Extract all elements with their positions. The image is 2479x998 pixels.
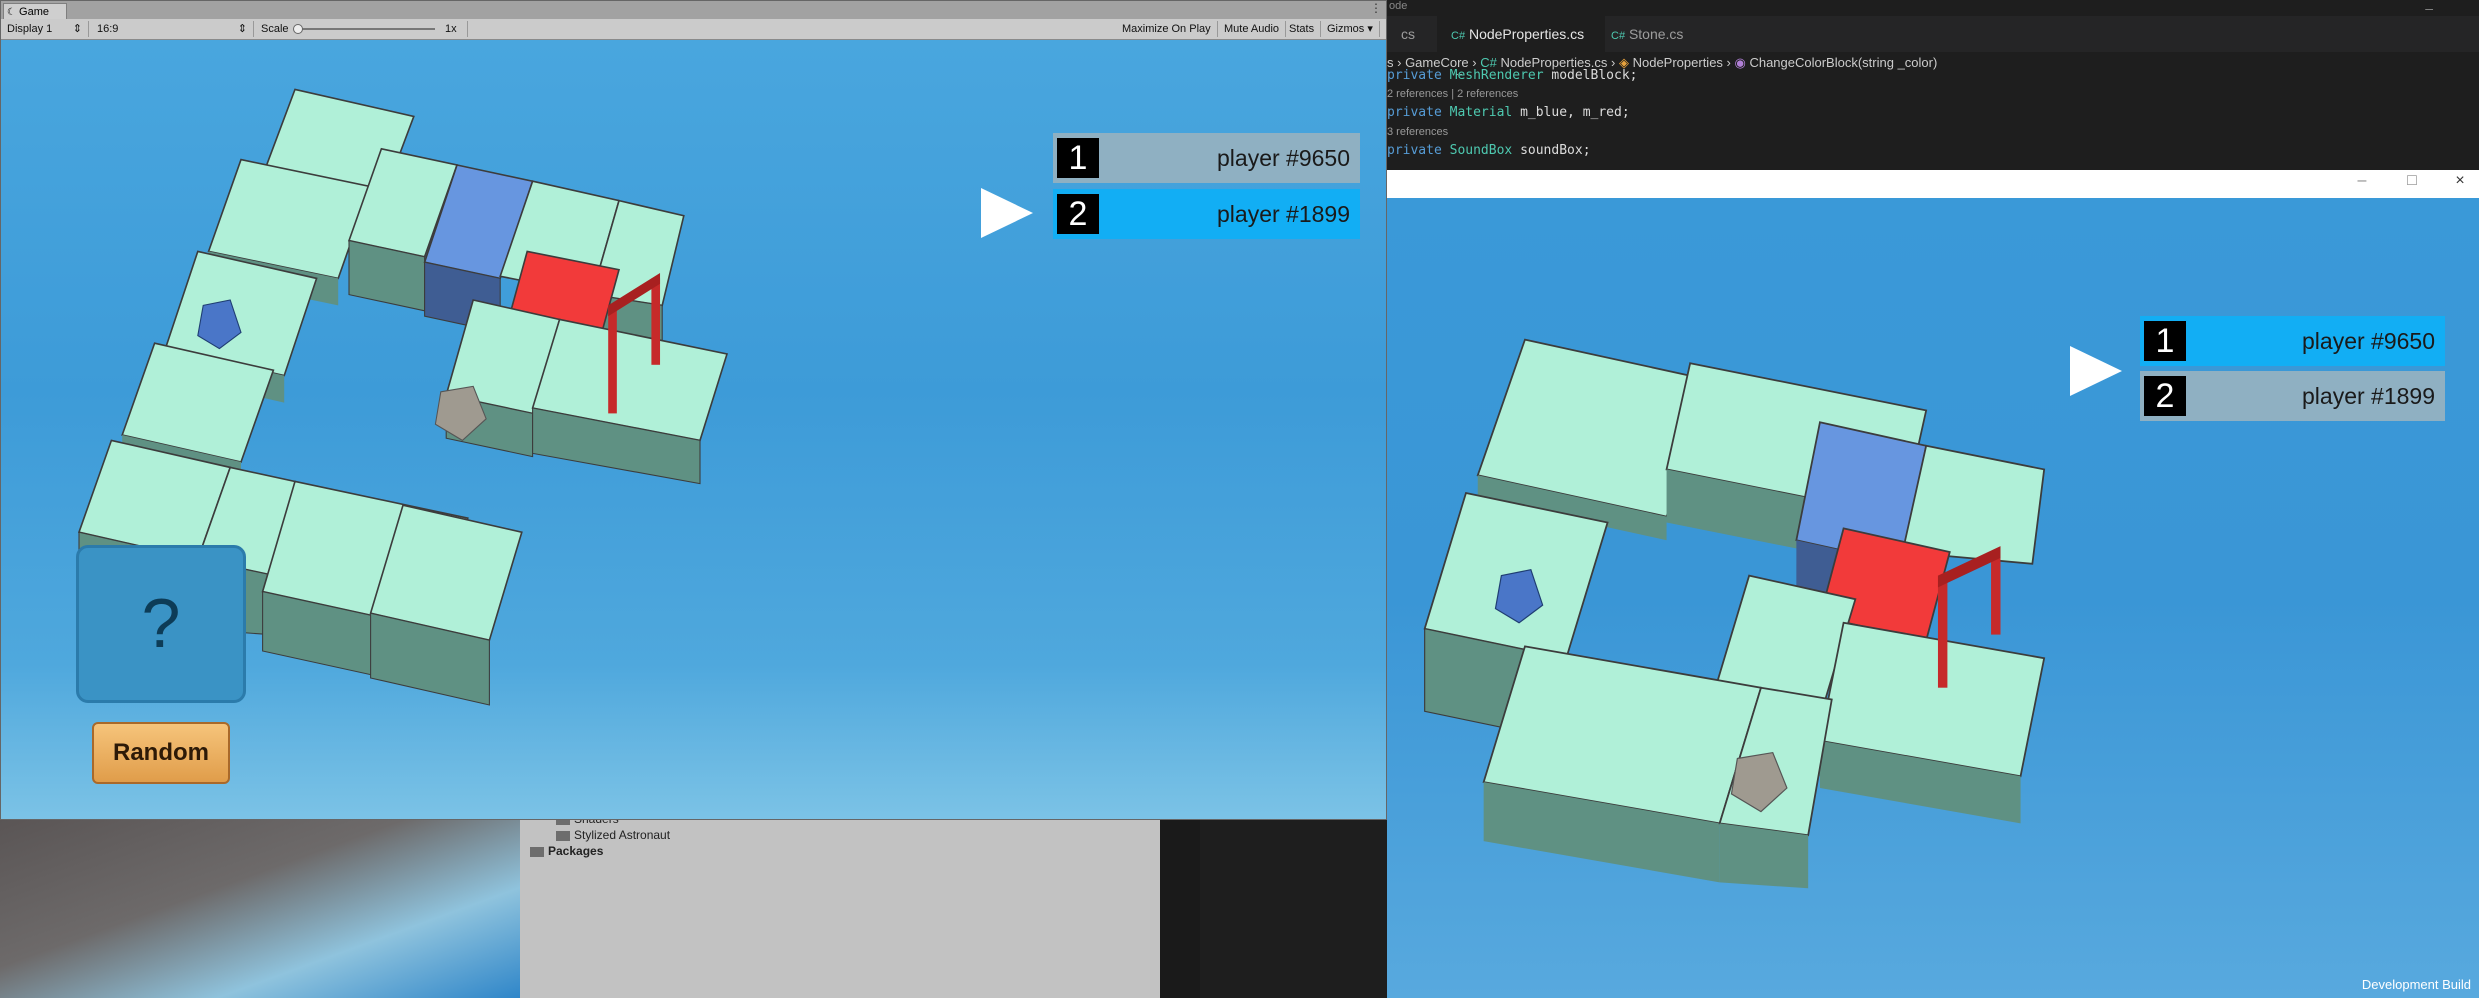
tab-menu-icon[interactable]: ⋮ bbox=[1370, 1, 1382, 15]
display-dropdown[interactable]: Display 1 ⇕ bbox=[1, 21, 89, 37]
player-name: player #1899 bbox=[2302, 383, 2435, 409]
mute-audio-toggle[interactable]: Mute Audio bbox=[1218, 21, 1287, 37]
scoreboard-row: 2 player #1899 bbox=[2140, 371, 2445, 421]
scoreboard-row: 1 player #9650 bbox=[1053, 133, 1360, 183]
player-name: player #1899 bbox=[1217, 201, 1350, 227]
breadcrumb-item[interactable]: NodeProperties bbox=[1633, 55, 1723, 70]
code-line[interactable]: private MeshRenderer modelBlock; bbox=[1387, 68, 1637, 83]
tab-nodeproperties[interactable]: C# NodeProperties.cs × bbox=[1437, 16, 1605, 80]
slider-track[interactable] bbox=[295, 28, 435, 30]
project-panel-right bbox=[820, 810, 1160, 998]
unity-game-window: ☾ Game ⋮ Display 1 ⇕ 16:9 ⇕ Scale 1x Maxim… bbox=[0, 0, 1387, 820]
tab-stone[interactable]: C# Stone.cs bbox=[1597, 16, 1697, 52]
development-build-label: Development Build bbox=[2361, 977, 2471, 992]
player-rank: 2 bbox=[1057, 194, 1099, 234]
maximize-on-play-toggle[interactable]: Maximize On Play bbox=[1116, 21, 1218, 37]
scene-view-background bbox=[0, 820, 520, 998]
project-tree-item[interactable]: Stylized Astronaut bbox=[556, 828, 670, 842]
project-tree-item[interactable]: Packages bbox=[530, 844, 603, 858]
stats-toggle[interactable]: Stats bbox=[1283, 21, 1322, 37]
scoreboard-row: 2 player #1899 bbox=[1053, 189, 1360, 239]
scale-slider[interactable]: Scale 1x bbox=[255, 21, 468, 37]
folder-icon bbox=[556, 830, 570, 841]
slider-handle[interactable] bbox=[293, 24, 303, 34]
random-button[interactable]: Random bbox=[92, 722, 230, 784]
player-rank: 2 bbox=[2144, 376, 2186, 416]
folder-icon bbox=[530, 846, 544, 857]
player-rank: 1 bbox=[2144, 321, 2186, 361]
code-line[interactable]: private Material m_blue, m_red; bbox=[1387, 105, 1630, 120]
tab-cs[interactable]: cs bbox=[1387, 16, 1429, 52]
dropdown-arrow-icon: ▾ bbox=[1367, 23, 1373, 35]
turn-arrow-icon bbox=[981, 188, 1033, 238]
maximize-button[interactable]: □ bbox=[2405, 173, 2419, 189]
game-viewport[interactable]: 1 player #9650 2 player #1899 Developmen… bbox=[1387, 198, 2479, 998]
gate-post bbox=[651, 278, 661, 365]
player-name: player #9650 bbox=[2302, 328, 2435, 354]
method-icon: ◉ bbox=[1734, 55, 1746, 70]
tab-game[interactable]: ☾ Game bbox=[3, 3, 67, 20]
game-toolbar: Display 1 ⇕ 16:9 ⇕ Scale 1x Maximize On Pl… bbox=[1, 19, 1386, 40]
code-line[interactable]: private SoundBox soundBox; bbox=[1387, 143, 1591, 158]
editor-title: ode bbox=[1389, 0, 1408, 12]
dev-build-window: – □ × 1 player #9650 2 player #1899 Deve… bbox=[1387, 170, 2479, 998]
aspect-dropdown[interactable]: 16:9 ⇕ bbox=[91, 21, 254, 37]
minimize-button[interactable]: – bbox=[2425, 0, 2433, 16]
breadcrumb-item[interactable]: ChangeColorBlock(string _color) bbox=[1749, 55, 1937, 70]
editor-tab-bar: cs C# NodeProperties.cs × C# Stone.cs bbox=[1387, 16, 2479, 80]
minimize-button[interactable]: – bbox=[2355, 173, 2369, 189]
csharp-file-icon: C# bbox=[1611, 30, 1626, 42]
gizmos-dropdown[interactable]: Gizmos ▾ bbox=[1321, 21, 1380, 37]
scoreboard-row: 1 player #9650 bbox=[2140, 316, 2445, 366]
window-titlebar: – □ × bbox=[1387, 170, 2479, 198]
close-button[interactable]: × bbox=[2453, 173, 2467, 189]
player-rank: 1 bbox=[1057, 138, 1099, 178]
gate-post bbox=[608, 305, 617, 414]
dropdown-arrow-icon: ⇕ bbox=[72, 23, 82, 35]
tab-bar: ☾ Game ⋮ bbox=[1, 1, 1386, 20]
csharp-file-icon: C# bbox=[1451, 30, 1466, 42]
dark-strip bbox=[1160, 810, 1200, 998]
question-button[interactable]: ? bbox=[76, 545, 246, 703]
turn-arrow-icon bbox=[2070, 346, 2122, 396]
game-icon: ☾ bbox=[7, 7, 16, 18]
game-viewport[interactable]: 1 player #9650 2 player #1899 ? Random bbox=[1, 40, 1386, 819]
player-name: player #9650 bbox=[1217, 145, 1350, 171]
codelens[interactable]: 2 references | 2 references bbox=[1387, 88, 1518, 100]
codelens[interactable]: 3 references bbox=[1387, 126, 1448, 138]
dropdown-arrow-icon: ⇕ bbox=[237, 23, 247, 35]
